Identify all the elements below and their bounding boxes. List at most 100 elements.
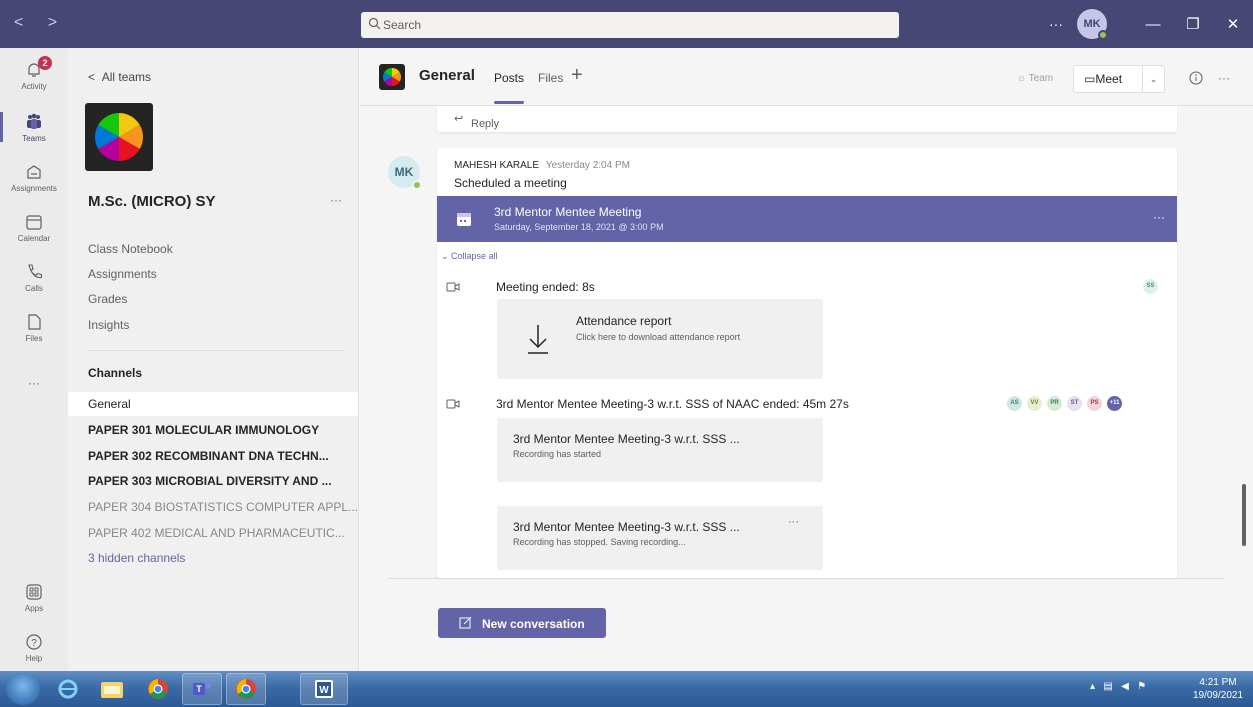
channel-paper-402[interactable]: PAPER 402 MEDICAL AND PHARMACEUTIC...	[68, 521, 358, 545]
channel-paper-302[interactable]: PAPER 302 RECOMBINANT DNA TECHN...	[68, 444, 358, 468]
meet-button[interactable]: ▭​ Meet ⌄	[1073, 65, 1165, 93]
new-conversation-button[interactable]: New conversation	[438, 608, 606, 638]
message-card: MAHESH KARALE Yesterday 2:04 PM Schedule…	[437, 148, 1177, 578]
recording-card[interactable]: 3rd Mentor Mentee Meeting-3 w.r.t. SSS .…	[497, 506, 823, 570]
assignments-link[interactable]: Assignments	[88, 267, 157, 281]
all-teams-back-link[interactable]: < All teams	[88, 70, 151, 84]
rail-label: Assignments	[11, 184, 57, 193]
channel-paper-304[interactable]: PAPER 304 BIOSTATISTICS COMPUTER APPL...	[68, 495, 358, 519]
tab-posts[interactable]: Posts	[494, 71, 524, 85]
team-button[interactable]: ☼ Team	[1002, 67, 1068, 91]
rail-calendar[interactable]: Calendar	[0, 212, 68, 243]
rail-more-apps[interactable]: ···	[0, 376, 68, 390]
word-taskbar-icon[interactable]: W	[300, 673, 348, 705]
channel-title: General	[419, 67, 475, 84]
rail-teams[interactable]: Teams	[0, 112, 68, 143]
scrollbar[interactable]	[1242, 484, 1246, 546]
channel-paper-303[interactable]: PAPER 303 MICROBIAL DIVERSITY AND ...	[68, 469, 358, 493]
rail-label: Help	[25, 654, 43, 663]
channel-general[interactable]: General	[68, 392, 358, 416]
internet-explorer-icon[interactable]	[48, 673, 88, 705]
profile-avatar[interactable]: MK	[1077, 9, 1108, 40]
participant-avatar[interactable]: VV	[1027, 396, 1042, 411]
participant-avatar[interactable]: SS	[1143, 279, 1158, 294]
new-conversation-label: New conversation	[482, 617, 585, 631]
rail-label: Calendar	[17, 234, 51, 243]
volume-icon[interactable]: ◀	[1121, 681, 1129, 692]
team-name: M.Sc. (MICRO) SY	[88, 193, 216, 210]
action-center-flag-icon[interactable]: ⚑	[1137, 681, 1146, 692]
participant-avatar[interactable]: AS	[1007, 396, 1022, 411]
meeting-more-button[interactable]: ···	[1153, 210, 1165, 224]
back-label: All teams	[101, 70, 152, 84]
ie-icon	[58, 679, 78, 699]
meeting-ended-event: Meeting ended: 8s	[496, 280, 595, 294]
meeting-ended-event: 3rd Mentor Mentee Meeting-3 w.r.t. SSS o…	[496, 397, 849, 411]
history-nav[interactable]: < >	[14, 14, 67, 32]
download-icon	[528, 325, 548, 354]
author-avatar[interactable]: MK	[388, 156, 422, 190]
rail-files[interactable]: Files	[0, 312, 68, 343]
help-icon: ?	[26, 634, 42, 650]
chrome-icon[interactable]	[138, 673, 178, 705]
recording-more-button[interactable]: ···	[788, 516, 799, 528]
file-explorer-icon[interactable]	[92, 673, 132, 705]
reply-link[interactable]: ↩ Reply	[454, 112, 499, 130]
rail-apps[interactable]: Apps	[0, 582, 68, 613]
avatar-initials: MK	[394, 165, 414, 179]
insights-link[interactable]: Insights	[88, 318, 129, 332]
chevron-down-icon[interactable]: ⌄	[1142, 66, 1164, 92]
settings-more-button[interactable]: ···	[1049, 16, 1063, 32]
taskbar-clock[interactable]: 4:21 PM 19/09/2021	[1190, 676, 1246, 702]
channel-paper-301[interactable]: PAPER 301 MOLECULAR IMMUNOLOGY	[68, 418, 358, 442]
attendance-report-card[interactable]: Attendance report Click here to download…	[497, 299, 823, 379]
hidden-channels-link[interactable]: 3 hidden channels	[68, 546, 358, 570]
app-rail: 2 Activity Teams Assignments Calendar Ca…	[0, 48, 68, 671]
team-icon: ☼	[1016, 73, 1027, 84]
rail-calls[interactable]: Calls	[0, 262, 68, 293]
team-button-label: Team	[1028, 73, 1054, 84]
system-tray[interactable]: ▴ ▤ ◀ ⚑	[1090, 681, 1146, 692]
minimize-button[interactable]: —	[1133, 16, 1173, 33]
rail-help[interactable]: ? Help	[0, 632, 68, 663]
meeting-title: 3rd Mentor Mentee Meeting	[494, 205, 642, 219]
recording-status: Recording has stopped. Saving recording.…	[513, 537, 686, 547]
restore-button[interactable]: ❐	[1173, 15, 1213, 33]
meeting-date: Saturday, September 18, 2021 @ 3:00 PM	[494, 222, 664, 232]
search-input[interactable]: Search	[361, 12, 899, 38]
participant-avatar[interactable]: PS	[1087, 396, 1102, 411]
recording-card[interactable]: 3rd Mentor Mentee Meeting-3 w.r.t. SSS .…	[497, 418, 823, 482]
collapse-all-link[interactable]: ⌄ Collapse all	[441, 251, 498, 262]
recording-status: Recording has started	[513, 449, 602, 459]
clock-date: 19/09/2021	[1192, 690, 1244, 701]
show-hidden-icons-icon[interactable]: ▴	[1090, 681, 1095, 692]
channel-team-logo	[379, 64, 405, 90]
title-bar: < > Search ··· MK — ❐ ✕	[0, 0, 1253, 48]
participant-avatar[interactable]: PR	[1047, 396, 1062, 411]
video-camera-icon: ▭​	[1084, 72, 1096, 86]
attendance-subtitle: Click here to download attendance report	[576, 332, 741, 342]
presence-available-icon	[412, 180, 422, 190]
message-timestamp: Yesterday 2:04 PM	[545, 160, 630, 171]
team-more-button[interactable]: ···	[330, 193, 342, 207]
reply-bar[interactable]: ↩ Reply	[437, 106, 1177, 132]
class-notebook-link[interactable]: Class Notebook	[88, 242, 173, 256]
participant-avatar[interactable]: +11	[1107, 396, 1122, 411]
add-tab-button[interactable]: +	[571, 64, 583, 87]
grades-link[interactable]: Grades	[88, 292, 127, 306]
info-icon[interactable]	[1189, 71, 1203, 85]
teams-taskbar-icon[interactable]: T	[182, 673, 222, 705]
meet-button-label: Meet	[1095, 72, 1123, 86]
start-button[interactable]	[6, 673, 40, 705]
attendance-title: Attendance report	[576, 314, 672, 328]
meeting-banner[interactable]: 3rd Mentor Mentee Meeting Saturday, Sept…	[437, 196, 1177, 242]
chrome-profile-icon[interactable]	[226, 673, 266, 705]
rail-activity[interactable]: 2 Activity	[0, 56, 68, 91]
tab-files[interactable]: Files	[538, 71, 563, 85]
rail-label: Files	[25, 334, 43, 343]
channel-more-button[interactable]: ···	[1218, 71, 1230, 85]
network-icon[interactable]: ▤	[1103, 681, 1112, 692]
participant-avatar[interactable]: ST	[1067, 396, 1082, 411]
rail-assignments[interactable]: Assignments	[0, 162, 68, 193]
close-button[interactable]: ✕	[1213, 15, 1253, 33]
